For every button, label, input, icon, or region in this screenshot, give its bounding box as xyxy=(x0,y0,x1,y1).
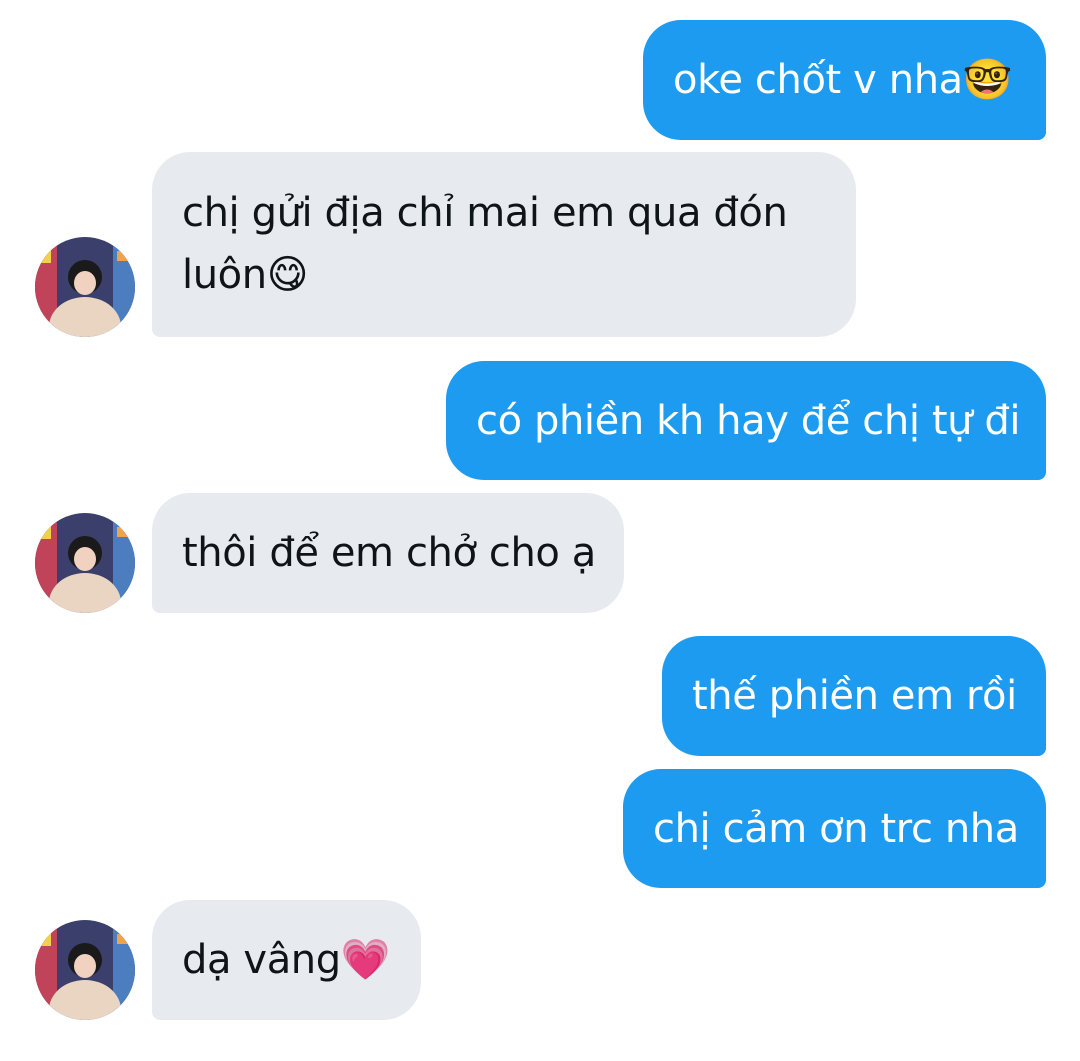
message-text: oke chốt v nha xyxy=(673,57,963,103)
message-text: chị cảm ơn trc nha xyxy=(653,806,1019,852)
message-bubble-received[interactable]: dạ vâng💗 xyxy=(152,900,421,1020)
growing-heart-emoji-icon: 💗 xyxy=(340,937,391,983)
message-bubble-received[interactable]: thôi để em chở cho ạ xyxy=(152,493,624,613)
message-text: có phiền kh hay để chị tự đi xyxy=(476,398,1021,444)
message-text: thôi để em chở cho ạ xyxy=(182,530,596,576)
message-text-line-2: luôn xyxy=(182,252,267,298)
contact-avatar[interactable] xyxy=(35,920,135,1020)
message-bubble-sent[interactable]: oke chốt v nha🤓 xyxy=(643,20,1046,140)
yummy-face-emoji-icon: 😋 xyxy=(266,252,309,298)
contact-avatar[interactable] xyxy=(35,237,135,337)
message-bubble-received[interactable]: chị gửi địa chỉ mai em qua đón luôn😋 xyxy=(152,152,856,337)
message-text: dạ vâng xyxy=(182,937,341,983)
nerd-face-emoji-icon: 🤓 xyxy=(962,57,1013,103)
message-text-line-1: chị gửi địa chỉ mai em qua đón xyxy=(182,190,788,236)
contact-avatar[interactable] xyxy=(35,513,135,613)
message-bubble-sent[interactable]: chị cảm ơn trc nha xyxy=(623,769,1046,888)
message-bubble-sent[interactable]: có phiền kh hay để chị tự đi xyxy=(446,361,1046,480)
message-bubble-sent[interactable]: thế phiền em rồi xyxy=(662,636,1046,756)
message-text: thế phiền em rồi xyxy=(692,673,1017,719)
